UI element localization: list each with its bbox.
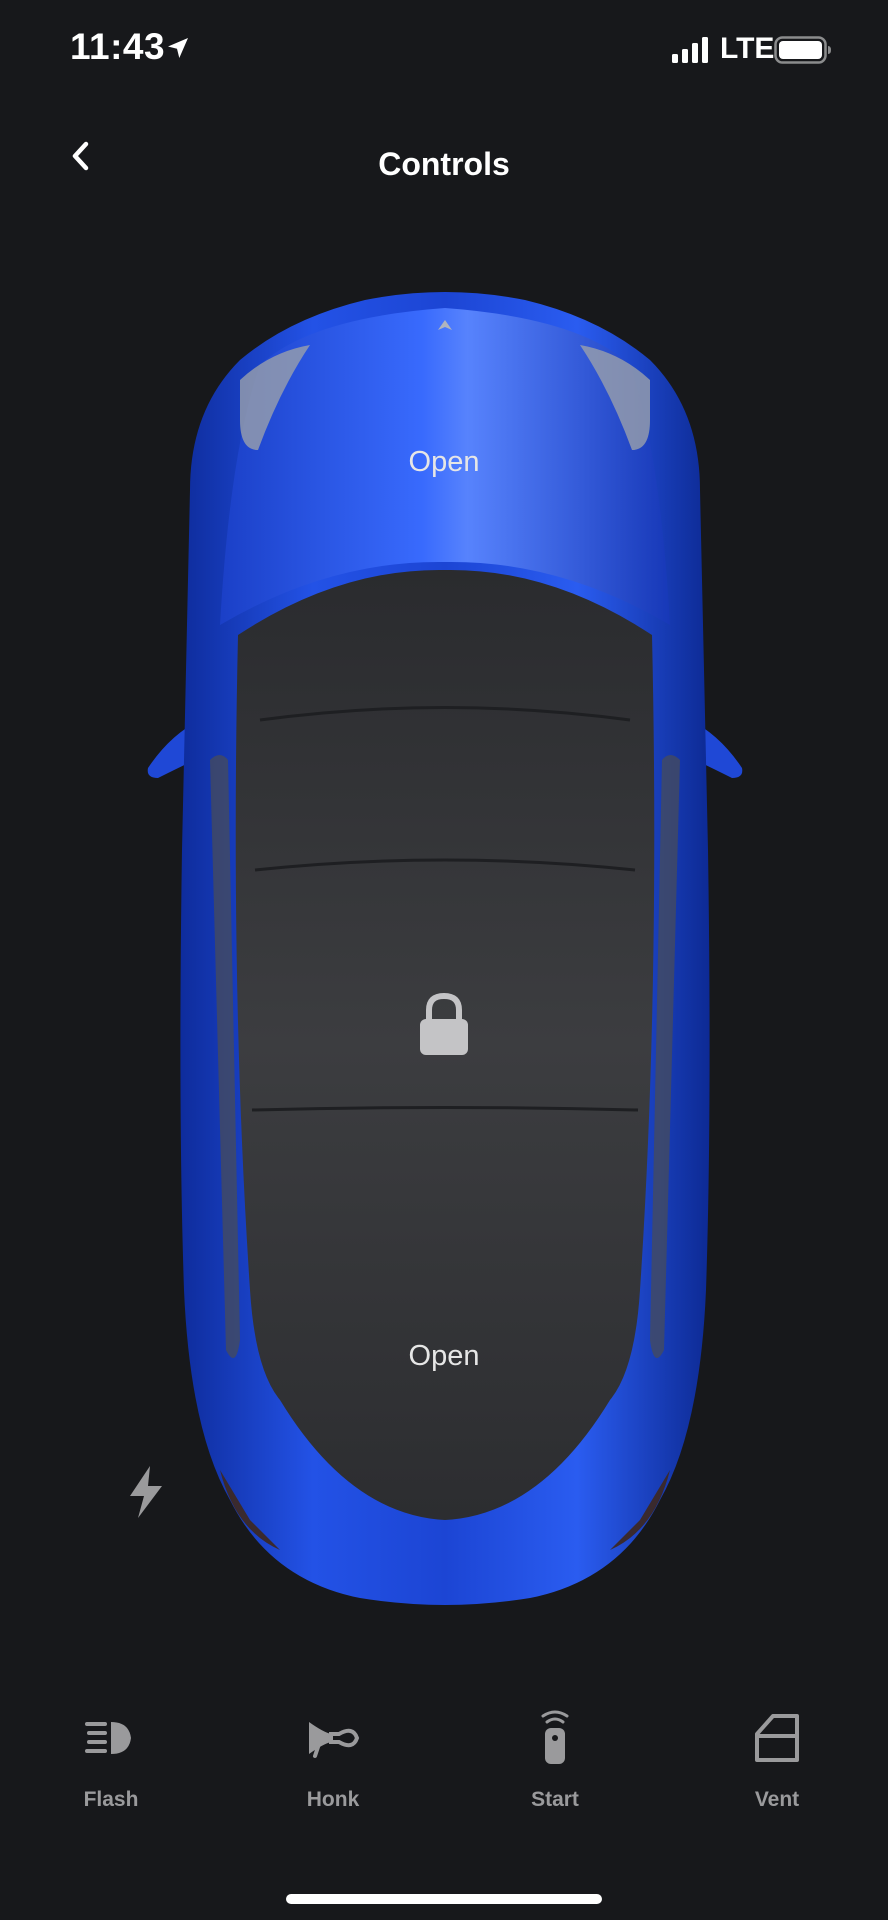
flash-button[interactable]: Flash [21, 1700, 201, 1830]
network-type: LTE [720, 32, 775, 65]
cellular-signal-icon [672, 37, 708, 63]
lightning-bolt-icon[interactable] [124, 1464, 168, 1520]
page-title: Controls [378, 146, 510, 182]
status-bar: 11:43 LTE [0, 0, 888, 100]
vent-button[interactable]: Vent [687, 1700, 867, 1830]
trunk-open-button[interactable]: Open [344, 1326, 544, 1386]
location-arrow-icon [168, 38, 188, 58]
flash-label: Flash [83, 1788, 139, 1811]
home-indicator[interactable] [286, 1894, 602, 1904]
action-bar: Flash Honk Start Vent [0, 1700, 888, 1830]
frunk-open-button[interactable]: Open [344, 432, 544, 492]
lock-icon[interactable] [416, 992, 472, 1058]
horn-icon [309, 1722, 360, 1758]
honk-label: Honk [306, 1788, 360, 1811]
start-label: Start [531, 1788, 579, 1811]
window-vent-icon [755, 1714, 799, 1762]
start-button[interactable]: Start [465, 1700, 645, 1830]
status-time: 11:43 [70, 26, 166, 67]
vent-label: Vent [754, 1788, 800, 1811]
battery-full-icon [774, 36, 831, 64]
headlight-icon [85, 1722, 131, 1754]
key-fob-icon [541, 1710, 569, 1764]
honk-button[interactable]: Honk [243, 1700, 423, 1830]
